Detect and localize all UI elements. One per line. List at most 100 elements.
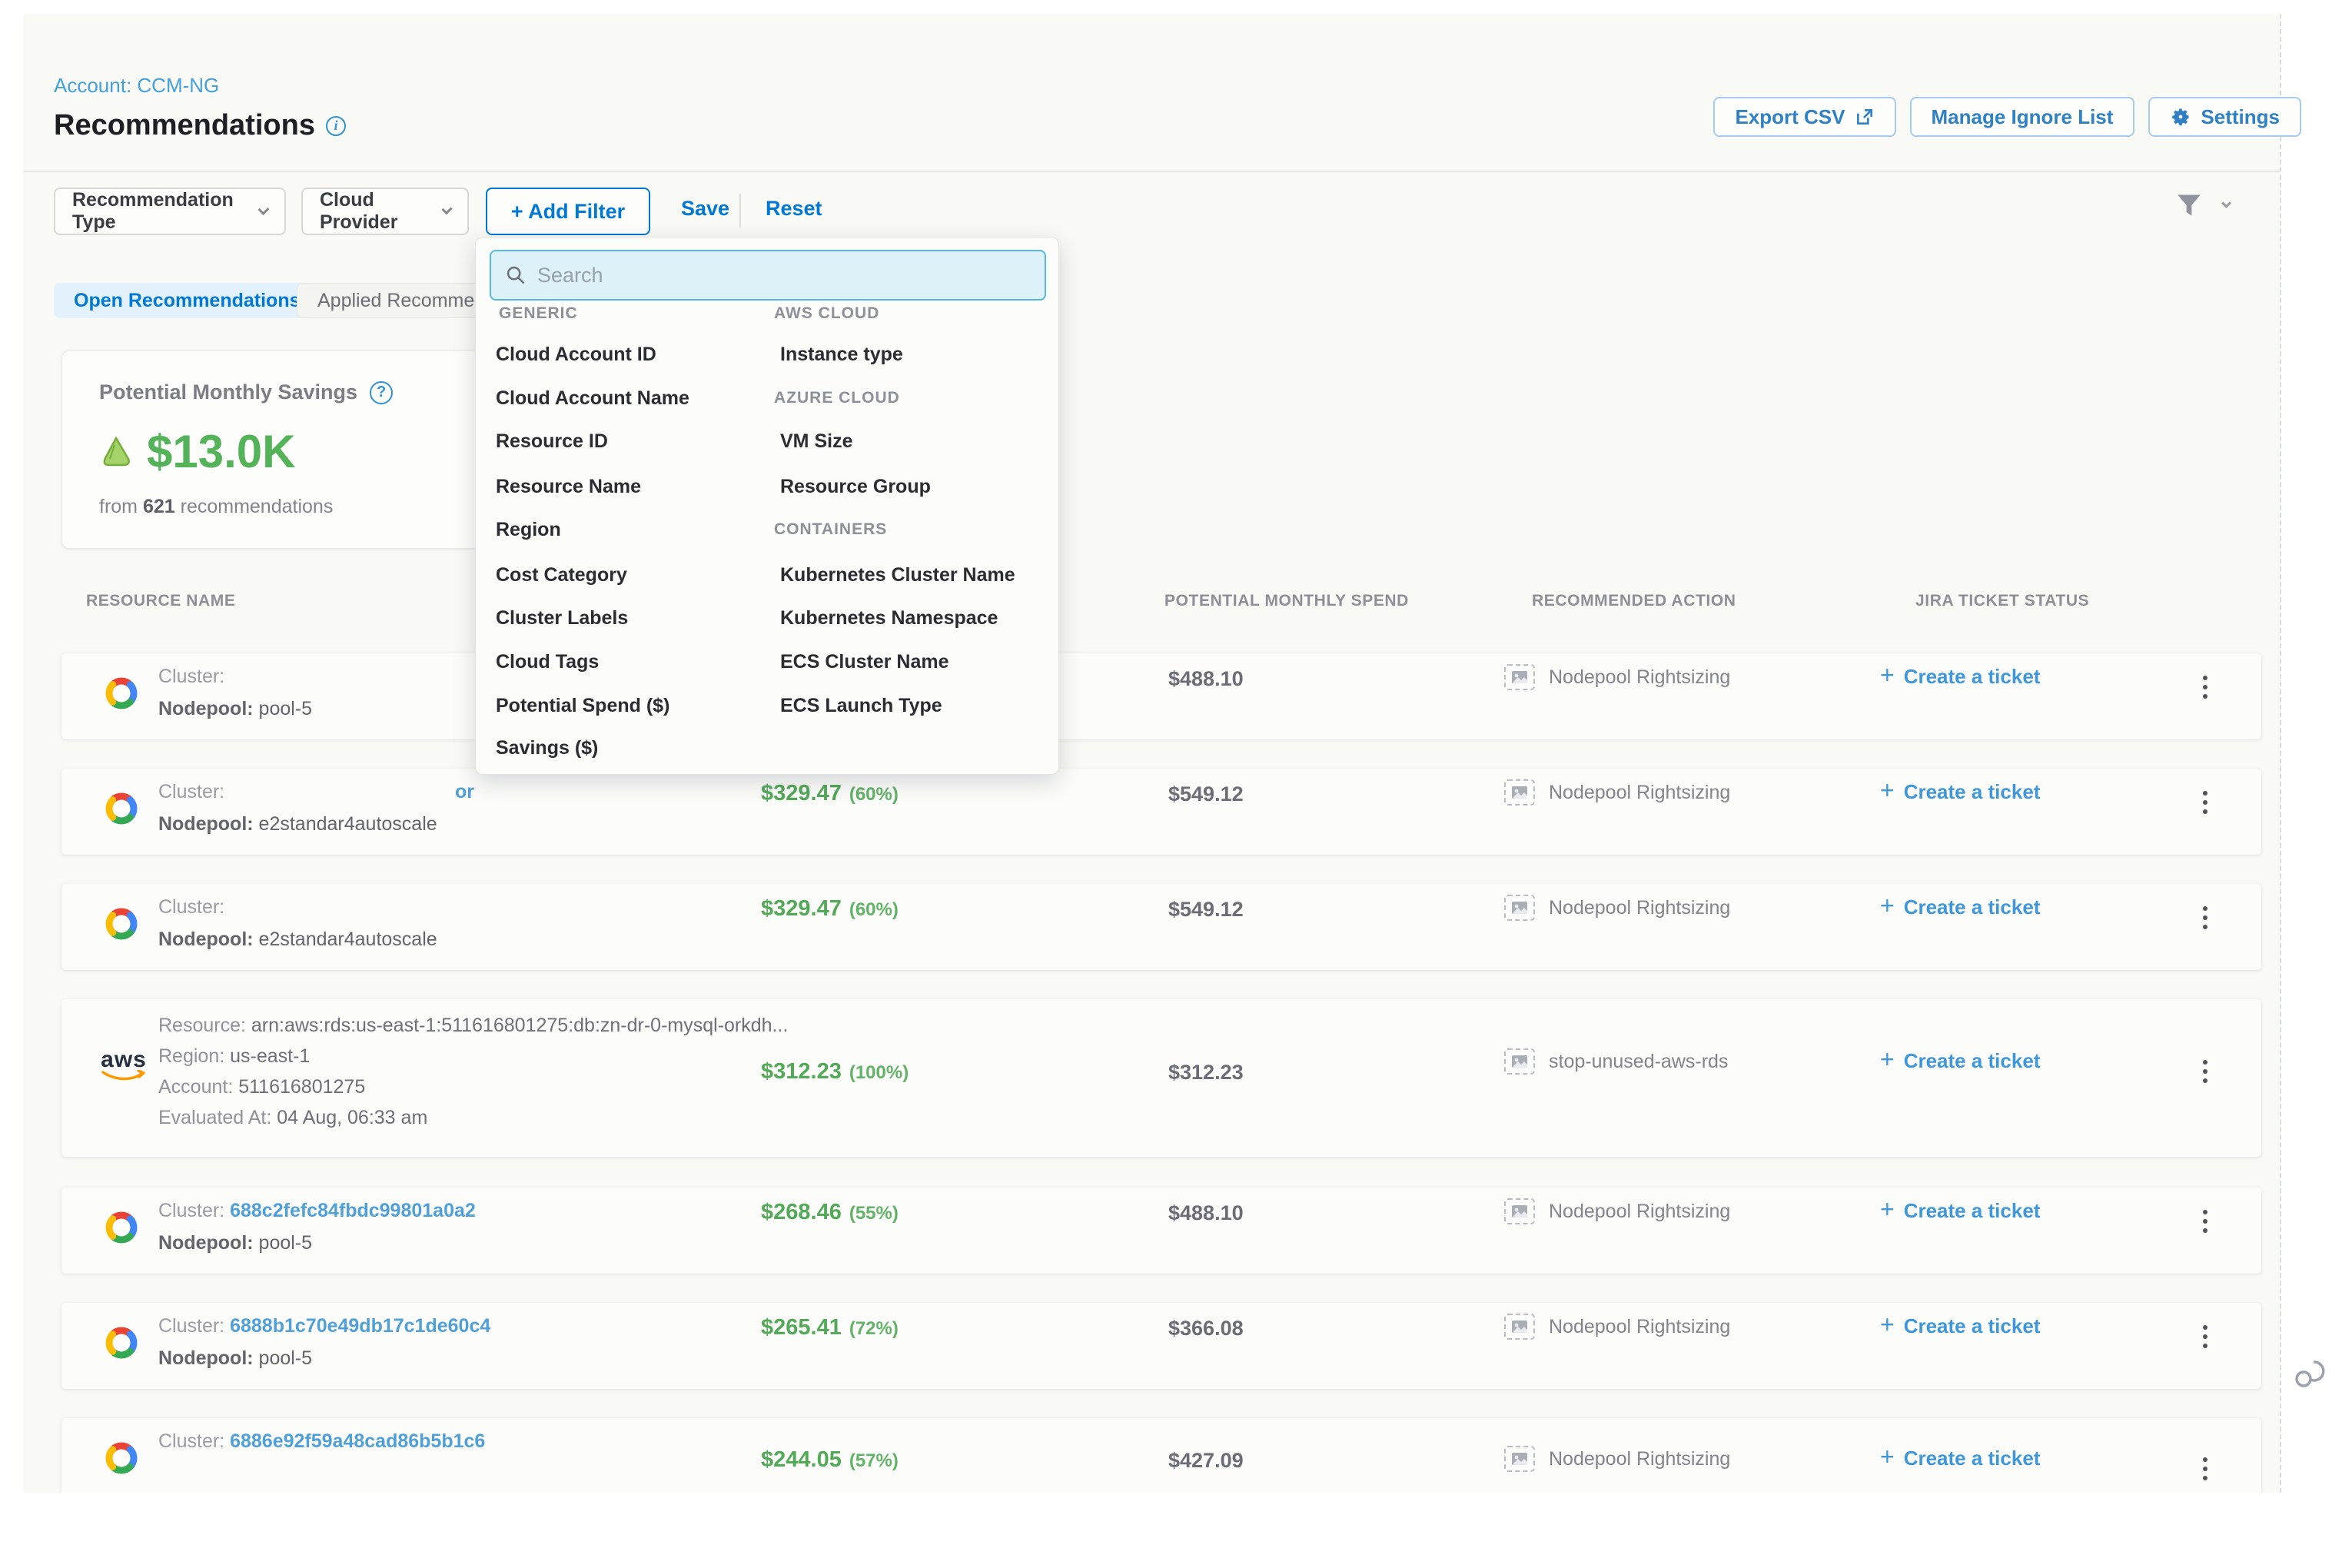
filter-option-instance-type[interactable]: Instance type xyxy=(780,341,903,367)
filter-option-resource-id[interactable]: Resource ID xyxy=(496,428,608,454)
nodepool-value: e2standar4autoscale xyxy=(254,813,437,835)
manage-ignore-list-button[interactable]: Manage Ignore List xyxy=(1910,97,2135,137)
filter-option-cost-category[interactable]: Cost Category xyxy=(496,562,627,588)
create-ticket-link[interactable]: +Create a ticket xyxy=(1880,1048,2040,1074)
recommendation-icon xyxy=(1504,1314,1535,1340)
filter-option-potential-spend[interactable]: Potential Spend ($) xyxy=(496,693,669,719)
savings-amount-value: $13.0K xyxy=(147,425,295,478)
create-ticket-link[interactable]: +Create a ticket xyxy=(1880,664,2040,689)
filter-option-ecs-launch-type[interactable]: ECS Launch Type xyxy=(780,693,942,719)
filter-option-cloud-account-id[interactable]: Cloud Account ID xyxy=(496,341,656,367)
potential-monthly-savings: $329.47(60%) xyxy=(761,781,899,806)
plus-icon: + xyxy=(1880,892,1895,920)
action-label: Nodepool Rightsizing xyxy=(1549,782,1730,804)
tab-open-recommendations[interactable]: Open Recommendations xyxy=(54,283,321,318)
cluster-link[interactable]: 6888b1c70e49db17c1de60c4 xyxy=(230,1315,490,1337)
gcp-cloud-icon xyxy=(100,790,143,827)
help-icon[interactable]: ? xyxy=(370,381,393,404)
table-row[interactable]: aws Resource: arn:aws:rds:us-east-1:5116… xyxy=(61,999,2261,1157)
region-line: Region: us-east-1 xyxy=(158,1045,788,1068)
create-ticket-link[interactable]: + Create a ticket xyxy=(1880,895,2040,920)
create-ticket-label: Create a ticket xyxy=(1904,1314,2041,1338)
filter-option-cluster-labels[interactable]: Cluster Labels xyxy=(496,605,628,631)
row-menu-button[interactable] xyxy=(2191,666,2219,709)
cluster-label: Cluster: xyxy=(158,781,224,802)
filter-option-region[interactable]: Region xyxy=(496,517,561,543)
savings-from-text: from 621 recommendations xyxy=(99,496,333,518)
filter-option-savings[interactable]: Savings ($) xyxy=(496,735,598,761)
action-label: Nodepool Rightsizing xyxy=(1549,897,1730,919)
section-heading-azure-cloud: AZURE CLOUD xyxy=(774,385,900,411)
filter-bar-divider xyxy=(739,194,741,228)
aws-resource-details: Resource: arn:aws:rds:us-east-1:51161680… xyxy=(158,1015,788,1129)
create-ticket-label: Create a ticket xyxy=(1904,895,2041,919)
add-filter-button[interactable]: + Add Filter xyxy=(486,188,650,235)
evaluated-line: Evaluated At: 04 Aug, 06:33 am xyxy=(158,1107,788,1129)
row-menu-button[interactable] xyxy=(2191,1050,2219,1093)
plus-icon: + xyxy=(1880,1443,1895,1471)
row-menu-button[interactable] xyxy=(2191,1447,2219,1490)
account-line: Account: 511616801275 xyxy=(158,1076,788,1098)
cluster-link[interactable]: 688c2fefc84fbdc99801a0a2 xyxy=(230,1200,476,1221)
recommendation-type-filter[interactable]: Recommendation Type xyxy=(54,188,286,235)
create-ticket-label: Create a ticket xyxy=(1904,780,2041,804)
info-icon[interactable]: i xyxy=(326,116,346,136)
support-chat-icon[interactable] xyxy=(2294,1359,2327,1391)
table-row[interactable]: Cluster: 6886e92f59a48cad86b5b1c6 $244.0… xyxy=(61,1418,2261,1504)
filter-option-ecs-cluster-name[interactable]: ECS Cluster Name xyxy=(780,649,949,675)
potential-monthly-spend: $488.10 xyxy=(1168,1201,1244,1225)
potential-monthly-savings-card: Potential Monthly Savings ? $13.0K from … xyxy=(61,350,480,549)
table-row[interactable]: Cluster: or Nodepool: e2standar4autoscal… xyxy=(61,769,2261,855)
filter-option-cloud-account-name[interactable]: Cloud Account Name xyxy=(496,385,689,411)
dropdown-search[interactable] xyxy=(490,250,1046,301)
reset-filter-button[interactable]: Reset xyxy=(766,197,822,221)
export-csv-button[interactable]: Export CSV xyxy=(1713,97,1895,137)
row-menu-button[interactable] xyxy=(2191,1200,2219,1243)
savings-value: $329.47 xyxy=(761,781,842,806)
cluster-link[interactable]: or xyxy=(455,781,474,803)
settings-button[interactable]: Settings xyxy=(2148,97,2301,137)
resource-label: Resource: xyxy=(158,1015,251,1036)
filter-option-kubernetes-namespace[interactable]: Kubernetes Namespace xyxy=(780,605,998,631)
potential-monthly-spend: $549.12 xyxy=(1168,782,1244,806)
filter-option-resource-group[interactable]: Resource Group xyxy=(780,473,931,500)
cluster-label: Cluster: xyxy=(158,1200,230,1221)
gear-icon xyxy=(2170,106,2191,128)
cloud-provider-filter[interactable]: Cloud Provider xyxy=(301,188,469,235)
chevron-down-icon xyxy=(441,204,452,214)
savings-amount: $13.0K xyxy=(99,425,295,478)
gcp-cloud-icon xyxy=(100,905,143,942)
filter-option-vm-size[interactable]: VM Size xyxy=(780,428,852,454)
recommendation-icon xyxy=(1504,1198,1535,1224)
search-input[interactable] xyxy=(537,264,1014,287)
create-ticket-link[interactable]: +Create a ticket xyxy=(1880,1446,2040,1471)
table-row[interactable]: Cluster: 688c2fefc84fbdc99801a0a2 Nodepo… xyxy=(61,1188,2261,1274)
row-menu-button[interactable] xyxy=(2191,896,2219,939)
filter-option-cloud-tags[interactable]: Cloud Tags xyxy=(496,649,599,675)
recommendation-icon xyxy=(1504,1446,1535,1472)
create-ticket-link[interactable]: +Create a ticket xyxy=(1880,1314,2040,1339)
create-ticket-link[interactable]: +Create a ticket xyxy=(1880,779,2040,805)
row-menu-button[interactable] xyxy=(2191,781,2219,824)
account-breadcrumb[interactable]: Account: CCM-NG xyxy=(54,74,219,98)
create-ticket-link[interactable]: +Create a ticket xyxy=(1880,1198,2040,1224)
save-filter-button[interactable]: Save xyxy=(681,197,729,221)
action-label: Nodepool Rightsizing xyxy=(1549,1201,1730,1223)
row-menu-button[interactable] xyxy=(2191,1315,2219,1358)
filter-panel-toggle[interactable] xyxy=(2175,191,2230,220)
cluster-line: Cluster: xyxy=(158,666,224,688)
potential-monthly-savings: $268.46(55%) xyxy=(761,1200,899,1225)
tab-open-label: Open Recommendations xyxy=(74,290,301,312)
table-row[interactable]: Cluster: Nodepool: e2standar4autoscale $… xyxy=(61,884,2261,970)
recommended-action: Nodepool Rightsizing xyxy=(1504,664,1730,690)
cluster-link[interactable]: 6886e92f59a48cad86b5b1c6 xyxy=(230,1430,485,1452)
savings-percent: (100%) xyxy=(849,1062,909,1083)
table-row[interactable]: Cluster: Nodepool: pool-5 $488.10 Nodepo… xyxy=(61,653,2261,739)
savings-card-label-text: Potential Monthly Savings xyxy=(99,380,357,404)
account-value: 511616801275 xyxy=(238,1076,365,1098)
table-row[interactable]: Cluster: 6888b1c70e49db17c1de60c4 Nodepo… xyxy=(61,1303,2261,1389)
resource-value: arn:aws:rds:us-east-1:511616801275:db:zn… xyxy=(251,1015,789,1036)
filter-option-kubernetes-cluster-name[interactable]: Kubernetes Cluster Name xyxy=(780,562,1015,588)
filter-option-resource-name[interactable]: Resource Name xyxy=(496,473,641,500)
create-ticket-label: Create a ticket xyxy=(1904,1199,2041,1223)
